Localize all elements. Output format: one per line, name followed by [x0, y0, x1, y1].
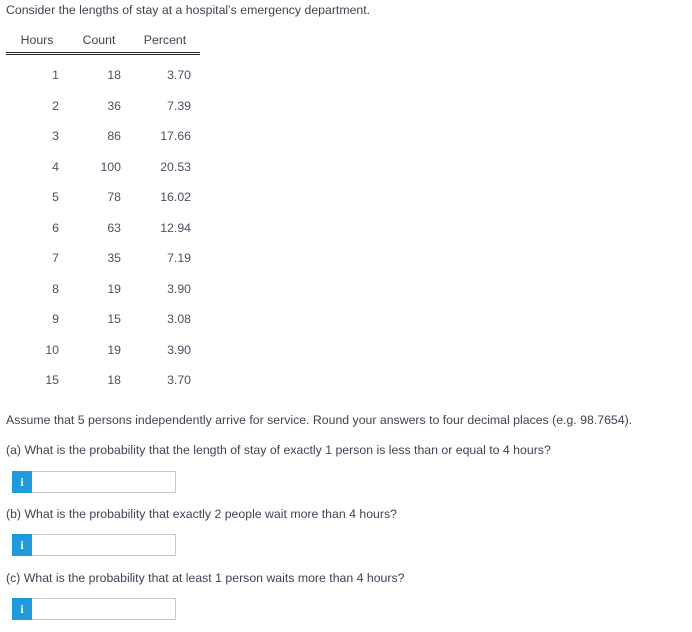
question-c-label: (c) What is the probability that at leas… — [6, 571, 405, 585]
cell-count: 100 — [100, 159, 121, 174]
cell-percent: 3.08 — [167, 312, 191, 327]
question-b-label: (b) What is the probability that exactly… — [6, 507, 397, 521]
table-row: 1 18 3.70 — [6, 54, 200, 91]
cell-percent: 20.53 — [160, 159, 191, 174]
cell-count: 35 — [107, 251, 121, 266]
cell-hours: 9 — [52, 312, 59, 327]
table-body: 1 18 3.70 2 36 7.39 3 86 17.66 4 100 20.… — [6, 54, 200, 396]
cell-percent: 7.19 — [167, 251, 191, 266]
cell-count: 15 — [107, 312, 121, 327]
cell-count: 19 — [107, 281, 121, 296]
column-header-hours: Hours — [20, 33, 54, 47]
cell-count: 18 — [107, 373, 121, 388]
cell-hours: 7 — [52, 251, 59, 266]
info-icon[interactable]: i — [12, 471, 32, 493]
table-row: 15 18 3.70 — [6, 365, 200, 396]
question-a-label: (a) What is the probability that the len… — [6, 443, 551, 457]
cell-hours: 10 — [45, 342, 59, 357]
table-header-row: Hours Count Percent — [6, 33, 200, 54]
cell-percent: 3.70 — [167, 373, 191, 388]
answer-group-c: i — [12, 598, 176, 620]
answer-input-a[interactable] — [32, 471, 176, 493]
cell-percent: 7.39 — [167, 98, 191, 113]
table-row: 2 36 7.39 — [6, 91, 200, 122]
answer-group-a: i — [12, 471, 176, 493]
cell-count: 78 — [107, 190, 121, 205]
info-icon[interactable]: i — [12, 534, 32, 556]
cell-hours: 1 — [52, 68, 59, 83]
length-of-stay-table: Hours Count Percent 1 18 3.70 2 36 7.39 … — [6, 33, 200, 396]
cell-percent: 3.70 — [167, 68, 191, 83]
answer-input-b[interactable] — [32, 534, 176, 556]
cell-hours: 2 — [52, 98, 59, 113]
rounding-instructions: Assume that 5 persons independently arri… — [6, 413, 633, 427]
table-row: 10 19 3.90 — [6, 335, 200, 366]
info-icon[interactable]: i — [12, 598, 32, 620]
cell-hours: 6 — [52, 220, 59, 235]
answer-group-b: i — [12, 534, 176, 556]
cell-count: 18 — [107, 68, 121, 83]
cell-hours: 5 — [52, 190, 59, 205]
table-row: 5 78 16.02 — [6, 182, 200, 213]
answer-input-c[interactable] — [32, 598, 176, 620]
table-header: Hours Count Percent — [6, 33, 200, 54]
table-row: 8 19 3.90 — [6, 274, 200, 305]
cell-hours: 4 — [52, 159, 59, 174]
cell-count: 86 — [107, 129, 121, 144]
cell-percent: 16.02 — [160, 190, 191, 205]
cell-hours: 8 — [52, 281, 59, 296]
cell-percent: 12.94 — [160, 220, 191, 235]
cell-hours: 15 — [45, 373, 59, 388]
cell-percent: 3.90 — [167, 281, 191, 296]
cell-count: 19 — [107, 342, 121, 357]
table-row: 9 15 3.08 — [6, 304, 200, 335]
cell-count: 63 — [107, 220, 121, 235]
cell-percent: 3.90 — [167, 342, 191, 357]
cell-hours: 3 — [52, 129, 59, 144]
column-header-percent: Percent — [143, 33, 187, 47]
problem-page: Consider the lengths of stay at a hospit… — [0, 0, 692, 632]
cell-percent: 17.66 — [160, 129, 191, 144]
cell-count: 36 — [107, 98, 121, 113]
problem-intro: Consider the lengths of stay at a hospit… — [6, 3, 371, 17]
table-row: 7 35 7.19 — [6, 243, 200, 274]
table-row: 3 86 17.66 — [6, 121, 200, 152]
table-row: 4 100 20.53 — [6, 152, 200, 183]
column-header-count: Count — [82, 33, 116, 47]
table-row: 6 63 12.94 — [6, 213, 200, 244]
